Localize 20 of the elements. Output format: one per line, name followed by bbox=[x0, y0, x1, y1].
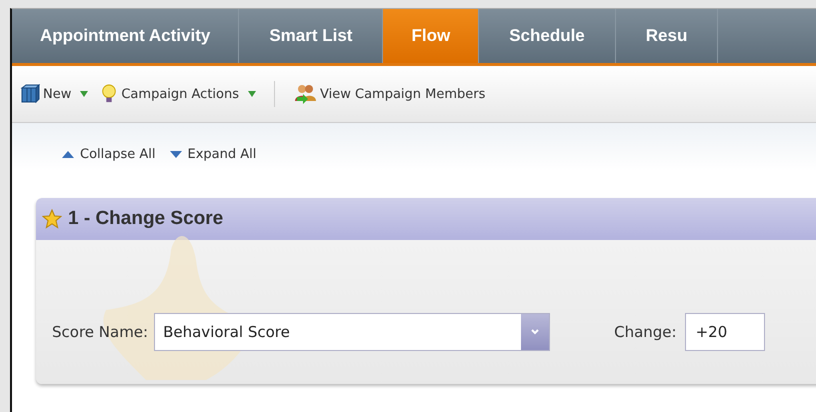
chevron-down-icon bbox=[521, 314, 550, 350]
lightbulb-icon bbox=[100, 83, 118, 105]
tab[interactable]: Resu bbox=[616, 9, 718, 63]
toolbar-button[interactable]: New bbox=[20, 84, 88, 104]
expand-all-link[interactable]: Expand All bbox=[170, 137, 256, 171]
toolbar-button[interactable]: Campaign Actions bbox=[100, 83, 256, 105]
star-icon bbox=[42, 209, 62, 229]
triangle-down-icon bbox=[170, 150, 182, 158]
field-label: Change: bbox=[614, 323, 677, 341]
field-label: Score Name: bbox=[52, 323, 148, 341]
triangle-up-icon bbox=[62, 150, 74, 158]
toolbar-button[interactable]: View Campaign Members bbox=[293, 83, 486, 105]
tab[interactable]: Schedule bbox=[479, 9, 616, 63]
change-input[interactable]: +20 bbox=[684, 313, 765, 351]
people-icon bbox=[293, 83, 318, 105]
score-name-dropdown[interactable]: Behavioral Score bbox=[154, 313, 550, 351]
collapse-all-link[interactable]: Collapse All bbox=[62, 137, 156, 171]
tab[interactable]: Appointment Activity bbox=[12, 9, 240, 63]
cube-icon bbox=[20, 84, 40, 104]
step-title: 1 - Change Score bbox=[68, 208, 224, 230]
